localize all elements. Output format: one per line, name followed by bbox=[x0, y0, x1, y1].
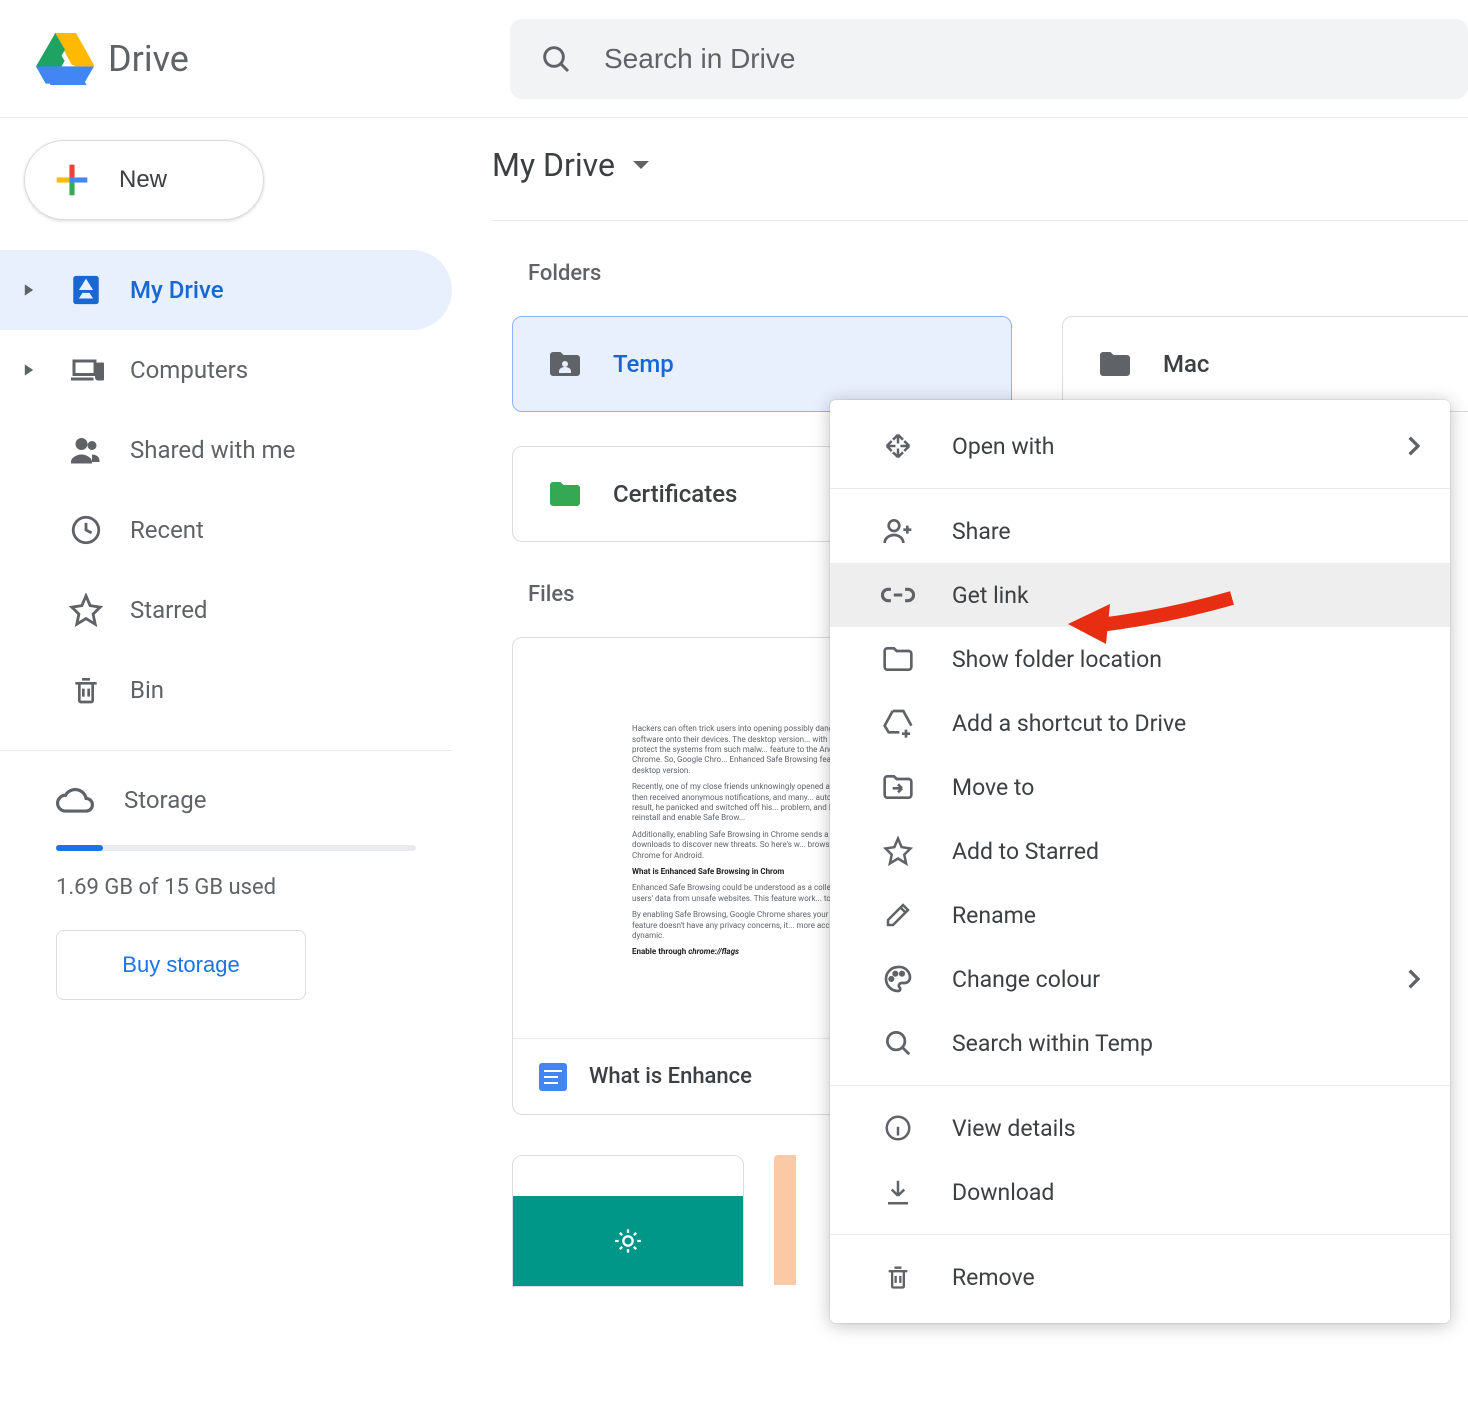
context-menu: Open with Share Get link Show folder loc… bbox=[830, 400, 1450, 1323]
new-button[interactable]: New bbox=[24, 140, 264, 220]
storage-text: 1.69 GB of 15 GB used bbox=[56, 875, 416, 900]
ctx-open-with[interactable]: Open with bbox=[830, 414, 1450, 478]
chevron-right-icon bbox=[1406, 436, 1420, 456]
open-with-icon bbox=[880, 428, 916, 464]
expand-arrow-icon[interactable] bbox=[22, 363, 42, 377]
file-name: What is Enhance bbox=[589, 1064, 752, 1089]
sidebar-item-label: Bin bbox=[130, 676, 164, 704]
search-bar[interactable] bbox=[510, 19, 1468, 99]
buy-storage-button[interactable]: Buy storage bbox=[56, 930, 306, 1000]
file-card[interactable] bbox=[774, 1155, 796, 1285]
cloud-icon bbox=[56, 781, 94, 819]
folder-name: Mac bbox=[1163, 350, 1209, 378]
sidebar-item-label: Recent bbox=[130, 516, 204, 544]
trash-icon bbox=[68, 672, 104, 708]
people-icon bbox=[68, 432, 104, 468]
breadcrumb[interactable]: My Drive bbox=[492, 146, 1468, 221]
expand-arrow-icon[interactable] bbox=[22, 283, 42, 297]
app-name: Drive bbox=[108, 38, 189, 80]
move-to-icon bbox=[880, 769, 916, 805]
sidebar-item-shared[interactable]: Shared with me bbox=[0, 410, 452, 490]
person-add-icon bbox=[880, 513, 916, 549]
app-logo-area[interactable]: Drive bbox=[0, 33, 510, 85]
ctx-add-shortcut[interactable]: Add a shortcut to Drive bbox=[830, 691, 1450, 755]
palette-icon bbox=[880, 961, 916, 997]
ctx-move-to[interactable]: Move to bbox=[830, 755, 1450, 819]
drive-icon bbox=[68, 272, 104, 308]
sidebar-item-label: My Drive bbox=[130, 276, 224, 304]
folder-card-mac[interactable]: Mac bbox=[1062, 316, 1468, 412]
computers-icon bbox=[68, 352, 104, 388]
ctx-remove[interactable]: Remove bbox=[830, 1245, 1450, 1309]
chevron-right-icon bbox=[1406, 969, 1420, 989]
search-input[interactable] bbox=[604, 43, 1438, 75]
sidebar-item-starred[interactable]: Starred bbox=[0, 570, 452, 650]
new-button-label: New bbox=[119, 166, 167, 194]
dropdown-caret-icon[interactable] bbox=[631, 155, 651, 175]
sidebar-item-bin[interactable]: Bin bbox=[0, 650, 452, 730]
folder-name: Certificates bbox=[613, 480, 737, 508]
folder-icon bbox=[880, 641, 916, 677]
trash-icon bbox=[880, 1259, 916, 1295]
ctx-add-starred[interactable]: Add to Starred bbox=[830, 819, 1450, 883]
ctx-share[interactable]: Share bbox=[830, 499, 1450, 563]
sidebar-item-label: Shared with me bbox=[130, 436, 295, 464]
ctx-show-folder[interactable]: Show folder location bbox=[830, 627, 1450, 691]
sidebar-item-my-drive[interactable]: My Drive bbox=[0, 250, 452, 330]
folder-icon bbox=[547, 478, 583, 510]
sidebar-item-computers[interactable]: Computers bbox=[0, 330, 452, 410]
star-icon bbox=[880, 833, 916, 869]
folder-name: Temp bbox=[613, 350, 674, 378]
ctx-rename[interactable]: Rename bbox=[830, 883, 1450, 947]
folder-icon bbox=[1097, 348, 1133, 380]
folders-section-label: Folders bbox=[528, 261, 1468, 286]
folder-card-temp[interactable]: Temp bbox=[512, 316, 1012, 412]
sidebar-item-label: Computers bbox=[130, 356, 248, 384]
storage-label: Storage bbox=[124, 786, 206, 814]
breadcrumb-title: My Drive bbox=[492, 146, 615, 184]
link-icon bbox=[880, 577, 916, 613]
clock-icon bbox=[68, 512, 104, 548]
ctx-change-colour[interactable]: Change colour bbox=[830, 947, 1450, 1011]
shared-folder-icon bbox=[547, 348, 583, 380]
pencil-icon bbox=[880, 897, 916, 933]
sidebar-item-recent[interactable]: Recent bbox=[0, 490, 452, 570]
drive-logo-icon bbox=[36, 33, 94, 85]
ctx-get-link[interactable]: Get link bbox=[830, 563, 1450, 627]
drive-shortcut-icon bbox=[880, 705, 916, 741]
sidebar-item-storage[interactable]: Storage bbox=[56, 781, 416, 819]
ctx-view-details[interactable]: View details bbox=[830, 1096, 1450, 1160]
download-icon bbox=[880, 1174, 916, 1210]
sidebar-item-label: Starred bbox=[130, 596, 207, 624]
file-card[interactable] bbox=[512, 1155, 744, 1287]
docs-icon bbox=[539, 1063, 567, 1091]
ctx-download[interactable]: Download bbox=[830, 1160, 1450, 1224]
info-icon bbox=[880, 1110, 916, 1146]
search-icon bbox=[880, 1025, 916, 1061]
star-icon bbox=[68, 592, 104, 628]
ctx-search-within[interactable]: Search within Temp bbox=[830, 1011, 1450, 1075]
storage-bar bbox=[56, 845, 416, 851]
search-icon bbox=[540, 43, 572, 75]
plus-icon bbox=[49, 157, 95, 203]
